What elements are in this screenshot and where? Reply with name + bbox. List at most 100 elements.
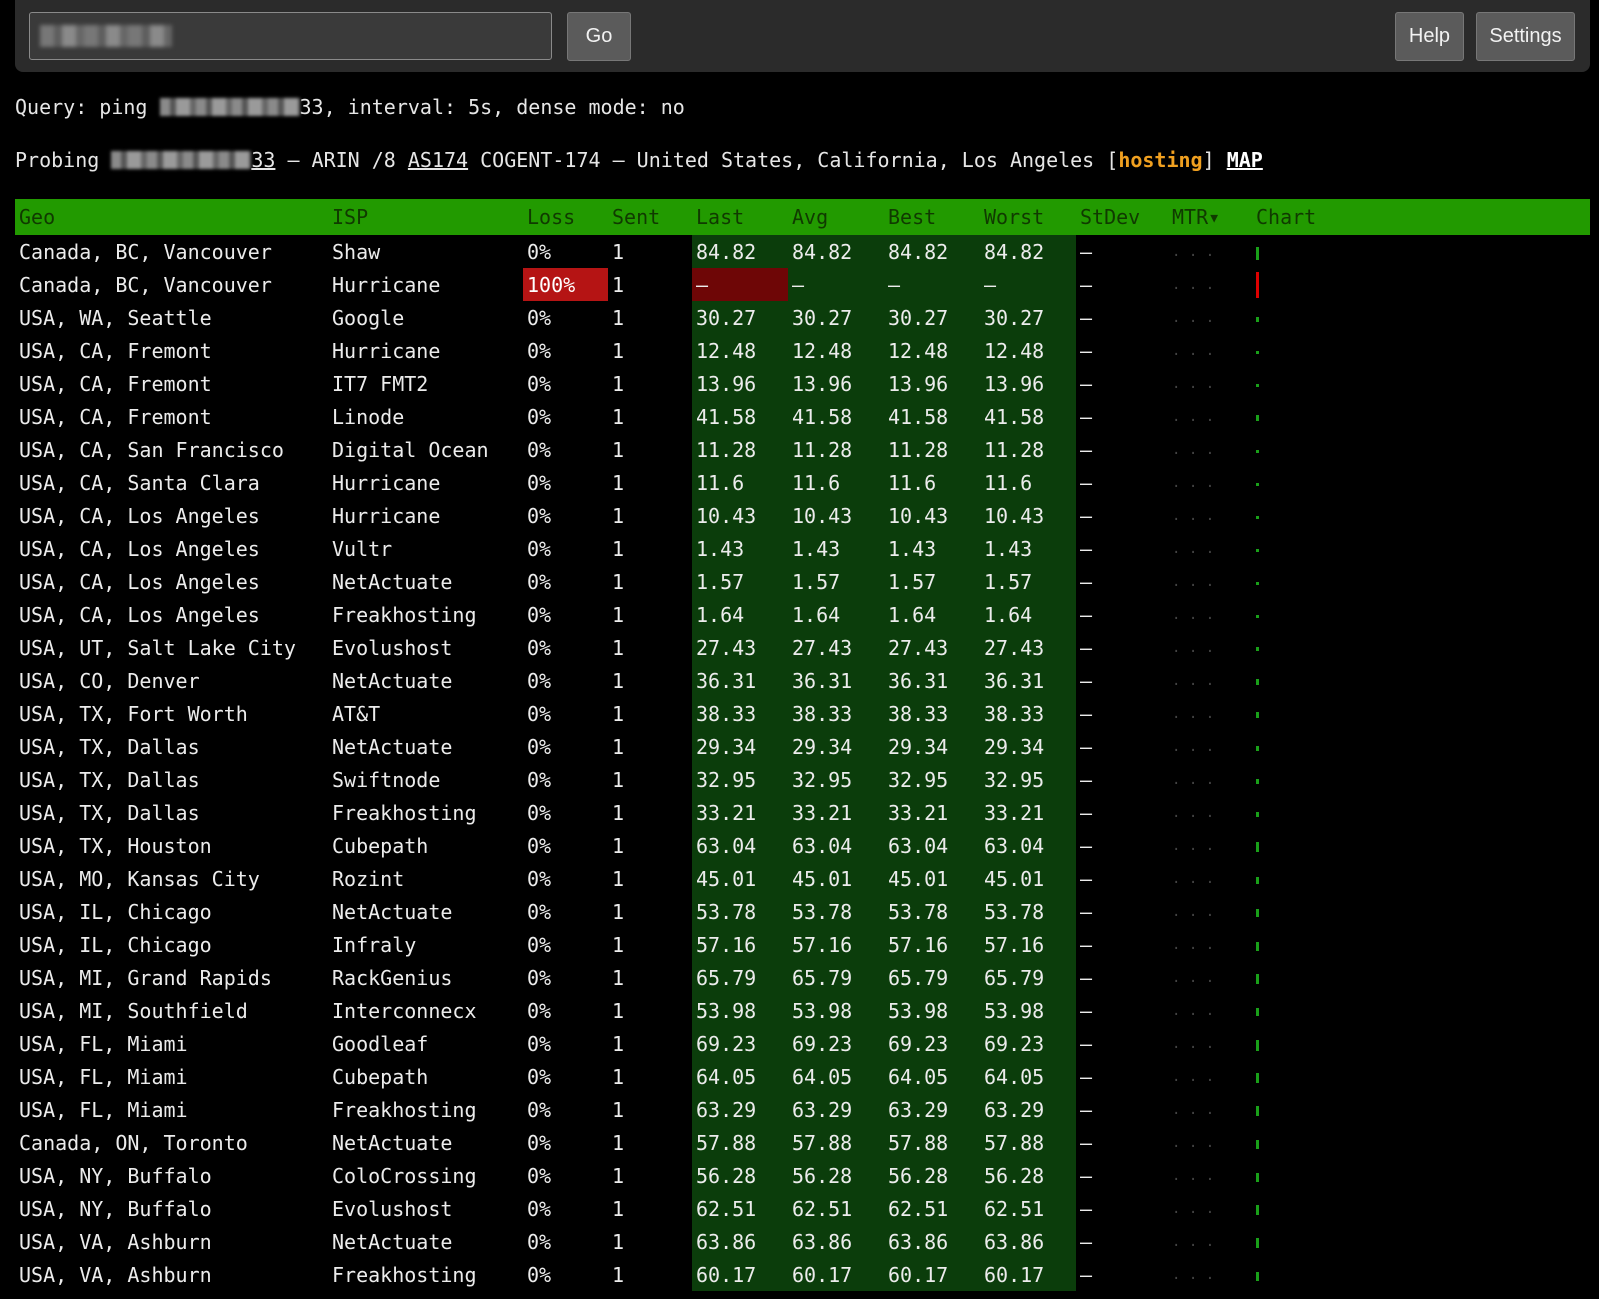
cell-mtr[interactable]: . . . (1168, 1093, 1252, 1126)
cell-mtr[interactable]: . . . (1168, 1159, 1252, 1192)
settings-button[interactable]: Settings (1476, 12, 1575, 61)
cell-stdev: — (1080, 569, 1093, 594)
cell-best: 11.6 (884, 466, 980, 499)
cell-mtr[interactable]: . . . (1168, 796, 1252, 829)
cell-mtr[interactable]: . . . (1168, 961, 1252, 994)
cell-geo: USA, CA, Fremont (19, 338, 212, 363)
cell-last: 56.28 (692, 1159, 788, 1192)
cell-mtr[interactable]: . . . (1168, 994, 1252, 1027)
cell-mtr[interactable]: . . . (1168, 664, 1252, 697)
latency-bar (1256, 614, 1259, 618)
cell-mtr[interactable]: . . . (1168, 268, 1252, 301)
col-best[interactable]: Best (884, 199, 980, 235)
cell-geo: Canada, BC, Vancouver (19, 272, 272, 297)
cell-avg: 53.98 (788, 994, 884, 1027)
cell-stdev: — (1080, 734, 1093, 759)
cell-sent: 1 (612, 503, 625, 528)
cell-stdev: — (1080, 272, 1093, 297)
map-link[interactable]: MAP (1227, 148, 1263, 172)
cell-sent: 1 (612, 965, 625, 990)
cell-avg: 45.01 (788, 862, 884, 895)
cell-sent: 1 (612, 239, 625, 264)
cell-isp: Shaw (332, 239, 381, 264)
cell-loss: 0% (527, 998, 552, 1023)
latency-bar (1256, 679, 1259, 685)
cell-mtr[interactable]: . . . (1168, 829, 1252, 862)
cell-geo: USA, IL, Chicago (19, 899, 212, 924)
cell-geo: USA, CA, Fremont (19, 371, 212, 396)
cell-stdev: — (1080, 536, 1093, 561)
cell-sent: 1 (612, 404, 625, 429)
cell-mtr[interactable]: . . . (1168, 862, 1252, 895)
table-row: USA, FL, Miami Freakhosting 0% 1 63.29 63.29 6… (15, 1093, 1590, 1126)
cell-mtr[interactable]: . . . (1168, 895, 1252, 928)
cell-mtr[interactable]: . . . (1168, 598, 1252, 631)
col-isp[interactable]: ISP (328, 199, 523, 235)
cell-avg: 29.34 (788, 730, 884, 763)
cell-mtr[interactable]: . . . (1168, 301, 1252, 334)
cell-mtr[interactable]: . . . (1168, 334, 1252, 367)
cell-mtr[interactable]: . . . (1168, 631, 1252, 664)
col-stdev[interactable]: StDev (1076, 199, 1168, 235)
cell-mtr[interactable]: . . . (1168, 433, 1252, 466)
table-row: USA, CA, Fremont Linode 0% 1 41.58 41.58 41.58… (15, 400, 1590, 433)
cell-geo: USA, CA, Los Angeles (19, 569, 260, 594)
col-worst[interactable]: Worst (980, 199, 1076, 235)
cell-geo: USA, CA, Los Angeles (19, 602, 260, 627)
cell-mtr[interactable]: . . . (1168, 730, 1252, 763)
asn-link[interactable]: AS174 (408, 148, 468, 172)
probe-ip-link[interactable]: 33 (111, 148, 275, 172)
cell-mtr[interactable]: . . . (1168, 235, 1252, 268)
table-row: USA, CA, Los Angeles Hurricane 0% 1 10.43 10.… (15, 499, 1590, 532)
cell-chart (1252, 1258, 1590, 1291)
cell-mtr[interactable]: . . . (1168, 928, 1252, 961)
help-button[interactable]: Help (1395, 12, 1464, 61)
cell-worst: 69.23 (980, 1027, 1076, 1060)
table-row: USA, TX, Houston Cubepath 0% 1 63.04 63.04 63.… (15, 829, 1590, 862)
cell-worst: 1.43 (980, 532, 1076, 565)
cell-sent: 1 (612, 470, 625, 495)
col-avg[interactable]: Avg (788, 199, 884, 235)
col-loss[interactable]: Loss (523, 199, 608, 235)
cell-mtr[interactable]: . . . (1168, 763, 1252, 796)
cell-isp: ColoCrossing (332, 1163, 477, 1188)
cell-isp: Freakhosting (332, 1097, 477, 1122)
col-mtr[interactable]: MTR▾ (1168, 199, 1252, 235)
cell-best: 57.16 (884, 928, 980, 961)
cell-mtr[interactable]: . . . (1168, 367, 1252, 400)
table-row: Canada, BC, Vancouver Hurricane 100% 1— — — — —… (15, 268, 1590, 301)
cell-mtr[interactable]: . . . (1168, 1225, 1252, 1258)
cell-mtr[interactable]: . . . (1168, 400, 1252, 433)
cell-worst: 64.05 (980, 1060, 1076, 1093)
cell-geo: USA, CA, Fremont (19, 404, 212, 429)
col-geo[interactable]: Geo (15, 199, 328, 235)
cell-best: 63.29 (884, 1093, 980, 1126)
cell-geo: USA, VA, Ashburn (19, 1262, 212, 1287)
cell-best: 63.04 (884, 829, 980, 862)
cell-mtr[interactable]: . . . (1168, 565, 1252, 598)
cell-best: 45.01 (884, 862, 980, 895)
go-button[interactable]: Go (567, 12, 631, 61)
cell-mtr[interactable]: . . . (1168, 1126, 1252, 1159)
cell-geo: Canada, BC, Vancouver (19, 239, 272, 264)
cell-mtr[interactable]: . . . (1168, 697, 1252, 730)
cell-stdev: — (1080, 1163, 1093, 1188)
cell-mtr[interactable]: . . . (1168, 1060, 1252, 1093)
cell-worst: 60.17 (980, 1258, 1076, 1291)
cell-geo: USA, WA, Seattle (19, 305, 212, 330)
cell-mtr[interactable]: . . . (1168, 1258, 1252, 1291)
probe-line: Probing 33 — ARIN /8 AS174 COGENT-174 — … (15, 148, 1263, 172)
cell-geo: Canada, ON, Toronto (19, 1130, 248, 1155)
cell-avg: 27.43 (788, 631, 884, 664)
cell-stdev: — (1080, 800, 1093, 825)
col-sent[interactable]: Sent (608, 199, 692, 235)
cell-mtr[interactable]: . . . (1168, 466, 1252, 499)
cell-worst: 63.04 (980, 829, 1076, 862)
cell-mtr[interactable]: . . . (1168, 1027, 1252, 1060)
col-last[interactable]: Last (692, 199, 788, 235)
table-row: USA, FL, Miami Goodleaf 0% 1 69.23 69.23 69.23… (15, 1027, 1590, 1060)
cell-mtr[interactable]: . . . (1168, 499, 1252, 532)
cell-worst: 57.88 (980, 1126, 1076, 1159)
cell-mtr[interactable]: . . . (1168, 1192, 1252, 1225)
cell-mtr[interactable]: . . . (1168, 532, 1252, 565)
